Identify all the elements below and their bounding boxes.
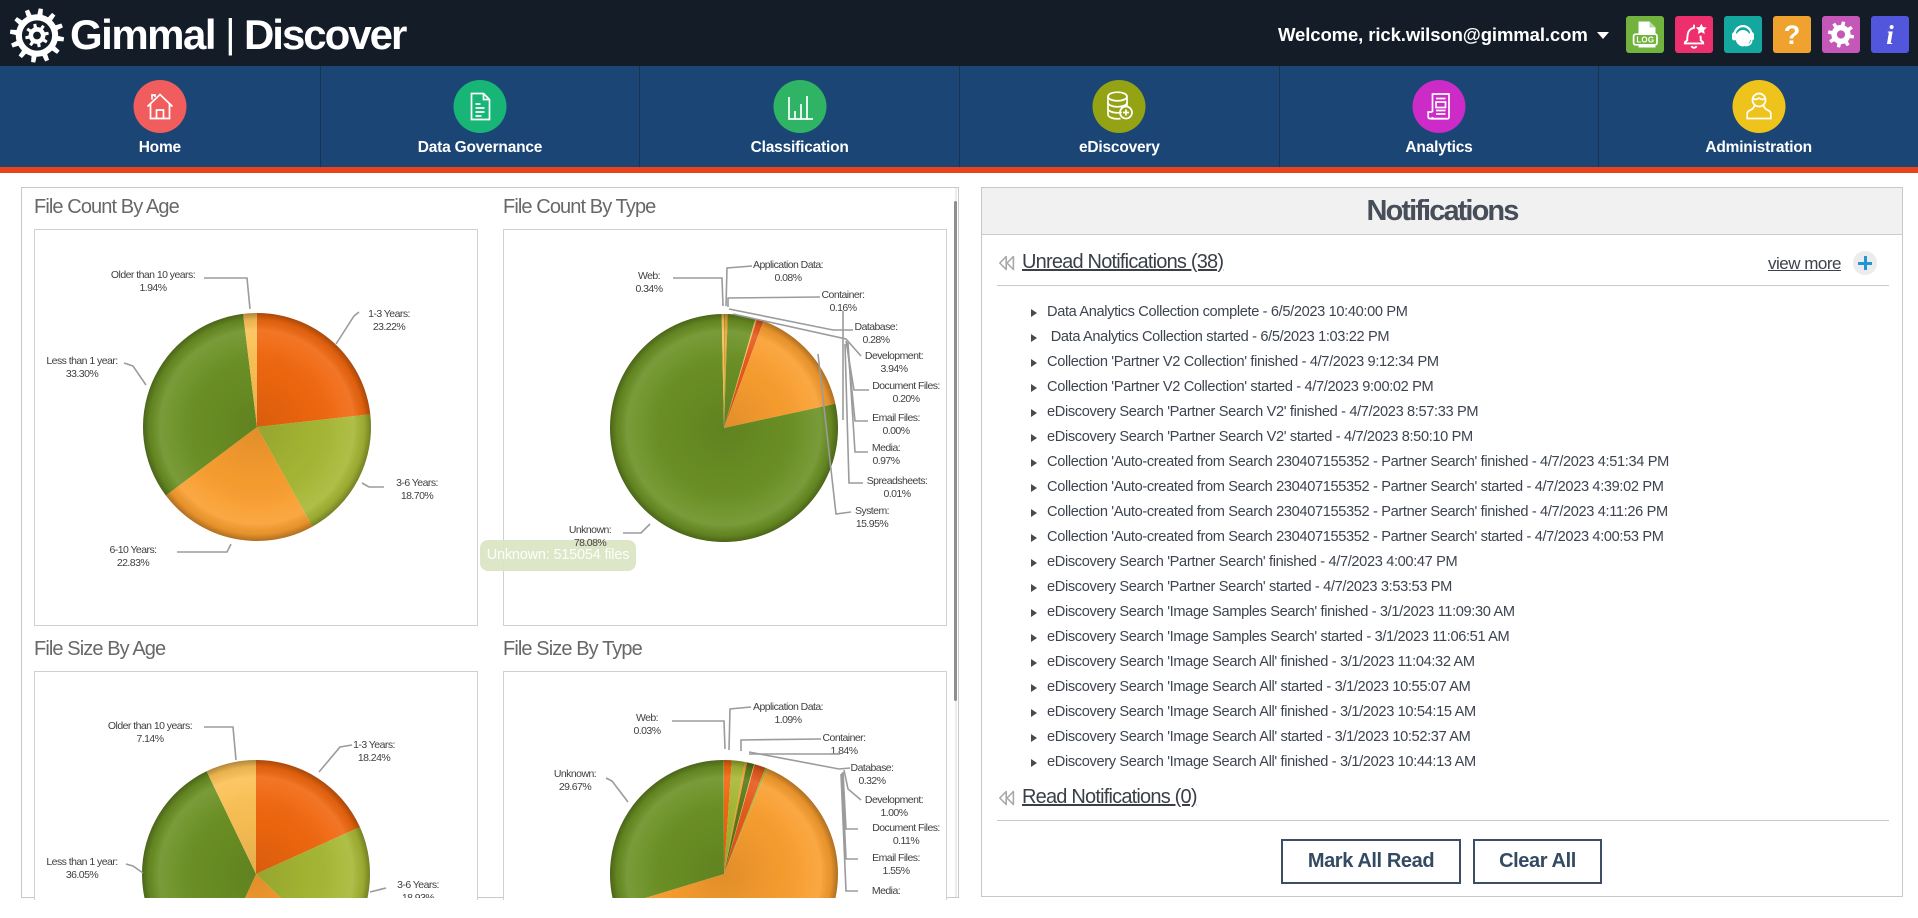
svg-text:Container:: Container:: [823, 732, 866, 744]
svg-text:Older than 10 years:: Older than 10 years:: [108, 720, 192, 732]
svg-text:18.70%: 18.70%: [401, 490, 434, 502]
svg-text:0.00%: 0.00%: [882, 425, 909, 437]
svg-text:Document Files:: Document Files:: [872, 822, 940, 834]
svg-text:3-6 Years:: 3-6 Years:: [396, 477, 438, 489]
svg-text:Media:: Media:: [872, 442, 900, 454]
svg-text:0.97%: 0.97%: [872, 455, 899, 467]
svg-text:18.24%: 18.24%: [358, 752, 391, 764]
svg-text:Less than 1 year:: Less than 1 year:: [46, 355, 117, 367]
svg-text:0.03%: 0.03%: [633, 725, 660, 737]
svg-text:18.93%: 18.93%: [402, 892, 435, 898]
svg-text:Development:: Development:: [865, 794, 923, 806]
svg-text:0.32%: 0.32%: [858, 775, 885, 787]
svg-text:1.84%: 1.84%: [830, 745, 857, 757]
svg-text:Database:: Database:: [851, 762, 894, 774]
svg-text:1.55%: 1.55%: [882, 865, 909, 877]
svg-text:33.30%: 33.30%: [66, 368, 99, 380]
svg-text:Email Files:: Email Files:: [872, 412, 920, 424]
svg-text:Web:: Web:: [636, 712, 658, 724]
svg-text:Unknown:: Unknown:: [554, 768, 596, 780]
svg-text:0.11%: 0.11%: [893, 835, 919, 847]
svg-text:Container:: Container:: [822, 289, 865, 301]
svg-text:0.01%: 0.01%: [883, 488, 910, 500]
svg-text:LOG: LOG: [1636, 36, 1654, 45]
svg-text:1.00%: 1.00%: [880, 807, 907, 819]
svg-text:Document Files:: Document Files:: [872, 380, 940, 392]
svg-text:Email Files:: Email Files:: [872, 852, 920, 864]
svg-text:0.20%: 0.20%: [892, 393, 919, 405]
svg-text:6-10 Years:: 6-10 Years:: [109, 544, 156, 556]
svg-text:3.94%: 3.94%: [880, 363, 907, 375]
svg-text:System:: System:: [855, 505, 889, 517]
svg-text:1.09%: 1.09%: [774, 714, 801, 726]
svg-text:0.28%: 0.28%: [862, 334, 889, 346]
svg-text:i: i: [1886, 20, 1894, 50]
svg-text:Application Data:: Application Data:: [753, 701, 823, 713]
svg-text:36.05%: 36.05%: [66, 869, 99, 881]
svg-text:1-3 Years:: 1-3 Years:: [353, 739, 395, 751]
svg-text:Unknown:: Unknown:: [569, 524, 611, 536]
svg-text:Spreadsheets:: Spreadsheets:: [867, 475, 928, 487]
svg-text:23.22%: 23.22%: [373, 321, 406, 333]
svg-text:Application Data:: Application Data:: [753, 259, 823, 271]
svg-text:1.94%: 1.94%: [139, 282, 166, 294]
svg-text:Older than 10 years:: Older than 10 years:: [111, 269, 195, 281]
svg-text:0.08%: 0.08%: [774, 272, 801, 284]
svg-text:Database:: Database:: [855, 321, 898, 333]
svg-text:3-6 Years:: 3-6 Years:: [397, 879, 439, 891]
svg-text:7.14%: 7.14%: [136, 733, 163, 745]
svg-text:?: ?: [1784, 20, 1801, 50]
svg-text:Less than 1 year:: Less than 1 year:: [46, 856, 117, 868]
svg-text:29.67%: 29.67%: [559, 781, 592, 793]
svg-text:Web:: Web:: [638, 270, 660, 282]
svg-text:15.95%: 15.95%: [856, 518, 889, 530]
svg-text:1-3 Years:: 1-3 Years:: [368, 308, 410, 320]
svg-text:0.34%: 0.34%: [635, 283, 662, 295]
svg-text:22.83%: 22.83%: [117, 557, 150, 569]
svg-text:Media:: Media:: [872, 885, 900, 897]
svg-text:Development:: Development:: [865, 350, 923, 362]
svg-text:78.08%: 78.08%: [574, 537, 607, 549]
